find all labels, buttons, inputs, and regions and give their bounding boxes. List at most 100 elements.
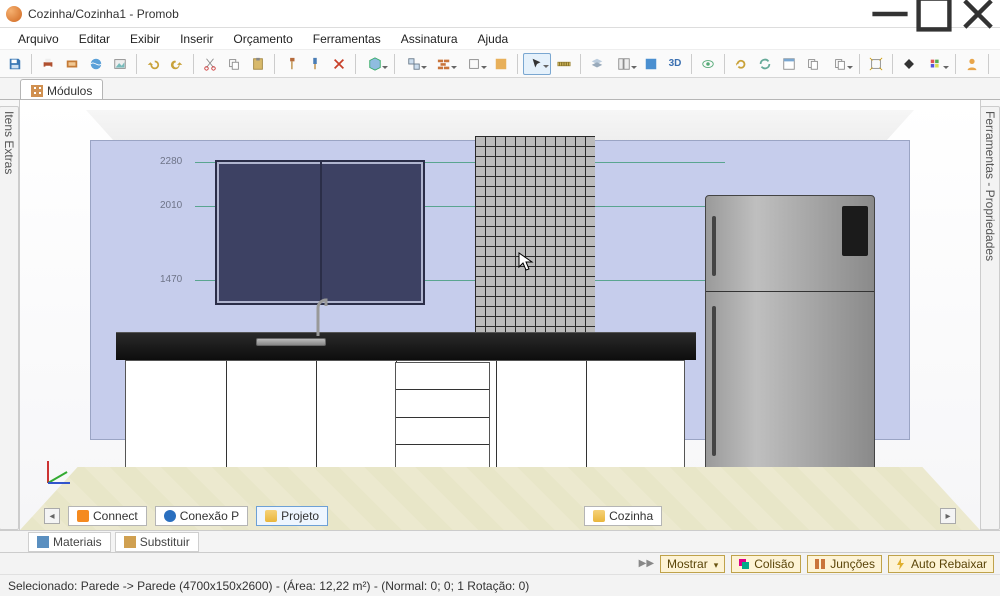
wall-dropdown[interactable] — [430, 53, 458, 75]
duplicate-icon[interactable] — [802, 53, 824, 75]
cursor-icon — [518, 252, 534, 272]
tab-connect[interactable]: Connect — [68, 506, 147, 526]
undo-icon[interactable] — [142, 53, 164, 75]
tab-conexao[interactable]: Conexão P — [155, 506, 248, 526]
save-icon[interactable] — [4, 53, 26, 75]
main-toolbar: 3D — [0, 50, 1000, 78]
side-ferramentas-propriedades[interactable]: Ferramentas - Propriedades — [980, 106, 1000, 530]
axis-gizmo — [48, 454, 78, 484]
menu-editar[interactable]: Editar — [71, 30, 118, 48]
faucet[interactable] — [305, 288, 331, 336]
fridge[interactable] — [705, 195, 875, 485]
refresh-icon[interactable] — [754, 53, 776, 75]
tab-projeto[interactable]: Projeto — [256, 506, 328, 526]
subtab-materiais[interactable]: Materiais — [28, 532, 111, 552]
menu-ajuda[interactable]: Ajuda — [470, 30, 517, 48]
globe-icon — [164, 510, 176, 522]
cut-icon[interactable] — [199, 53, 221, 75]
collision-icon — [738, 558, 750, 570]
export-icon[interactable] — [61, 53, 83, 75]
modules-icon — [31, 85, 43, 97]
bluebox-icon[interactable] — [640, 53, 662, 75]
dim-2280: 2280 — [160, 156, 182, 167]
modules-tab[interactable]: Módulos — [20, 79, 103, 99]
group-dropdown[interactable] — [400, 53, 428, 75]
menu-exibir[interactable]: Exibir — [122, 30, 168, 48]
print-icon[interactable] — [37, 53, 59, 75]
menu-ferramentas[interactable]: Ferramentas — [305, 30, 389, 48]
hammer-icon[interactable] — [280, 53, 302, 75]
copy-icon[interactable] — [223, 53, 245, 75]
menu-inserir[interactable]: Inserir — [172, 30, 221, 48]
maximize-button[interactable] — [912, 0, 956, 28]
dim-2010: 2010 — [160, 200, 182, 211]
minimize-button[interactable] — [868, 0, 912, 28]
props-dropdown[interactable] — [610, 53, 638, 75]
fridge-panel — [842, 206, 868, 256]
close-button[interactable] — [956, 0, 1000, 28]
right-side-panels: Ferramentas - Propriedades — [980, 100, 1000, 530]
redo-icon[interactable] — [166, 53, 188, 75]
app-icon — [6, 6, 22, 22]
selection-status: Selecionado: Parede -> Parede (4700x150x… — [8, 579, 529, 593]
person-icon[interactable] — [961, 53, 983, 75]
status-colisao[interactable]: Colisão — [731, 555, 801, 573]
title-bar: Cozinha/Cozinha1 - Promob — [0, 0, 1000, 28]
bolt-icon — [895, 558, 907, 570]
window-icon[interactable] — [778, 53, 800, 75]
duplicate-dropdown[interactable] — [826, 53, 854, 75]
tab-cozinha[interactable]: Cozinha — [584, 506, 662, 526]
kitchen-window[interactable] — [215, 160, 425, 305]
cube-dropdown[interactable] — [361, 53, 389, 75]
delete-icon[interactable] — [328, 53, 350, 75]
mostrar-glyph: ▶▶ — [639, 558, 654, 569]
fridge-handle-bottom — [712, 306, 716, 456]
status-mostrar[interactable]: Mostrar — [660, 555, 725, 573]
panorama-icon[interactable] — [85, 53, 107, 75]
zoom-fit-icon[interactable] — [865, 53, 887, 75]
3d-viewport[interactable]: 2280 2010 1470 — [20, 100, 980, 530]
layers-icon[interactable] — [586, 53, 608, 75]
sub-tab-strip: Materiais Substituir — [0, 530, 1000, 552]
countertop[interactable] — [116, 332, 696, 360]
menu-bar: Arquivo Editar Exibir Inserir Orçamento … — [0, 28, 1000, 50]
dim-1470: 1470 — [160, 274, 182, 285]
paste-icon[interactable] — [247, 53, 269, 75]
modules-tab-strip: Módulos — [0, 78, 1000, 100]
diamond-icon[interactable] — [898, 53, 920, 75]
brush-icon[interactable] — [304, 53, 326, 75]
select-tool[interactable] — [523, 53, 551, 75]
tile-backsplash[interactable] — [475, 136, 595, 356]
sink[interactable] — [256, 338, 326, 346]
main-area: Itens Extras Inserção Automática Lista d… — [0, 100, 1000, 530]
side-itens-extras[interactable]: Itens Extras — [0, 106, 19, 530]
measure-icon[interactable] — [553, 53, 575, 75]
modules-tab-label: Módulos — [47, 84, 92, 98]
image-icon[interactable] — [109, 53, 131, 75]
rotate-icon[interactable] — [730, 53, 752, 75]
status-auto-rebaixar[interactable]: Auto Rebaixar — [888, 555, 994, 573]
3d-icon[interactable]: 3D — [664, 53, 686, 75]
menu-assinatura[interactable]: Assinatura — [393, 30, 466, 48]
subtab-substituir[interactable]: Substituir — [115, 532, 199, 552]
box-dropdown[interactable] — [460, 53, 488, 75]
drawer-stack[interactable] — [395, 362, 490, 473]
colorbox-icon[interactable] — [490, 53, 512, 75]
menu-orcamento[interactable]: Orçamento — [225, 30, 300, 48]
palette-dropdown[interactable] — [922, 53, 950, 75]
tabs-scroll-left[interactable]: ◂ — [44, 508, 60, 524]
rss-icon — [77, 510, 89, 522]
window-title: Cozinha/Cozinha1 - Promob — [28, 7, 179, 21]
status-bar-info: Selecionado: Parede -> Parede (4700x150x… — [0, 574, 1000, 596]
status-bar-tools: ▶▶ Mostrar Colisão Junções Auto Rebaixar — [0, 552, 1000, 574]
eye-icon[interactable] — [697, 53, 719, 75]
tabs-scroll-right[interactable]: ▸ — [940, 508, 956, 524]
joints-icon — [814, 558, 826, 570]
fridge-split — [706, 291, 874, 292]
folder-icon — [265, 510, 277, 522]
viewport-tabs: ◂ Connect Conexão P Projeto Cozinha ▸ — [44, 505, 956, 527]
status-juncoes[interactable]: Junções — [807, 555, 882, 573]
replace-icon — [124, 536, 136, 548]
menu-arquivo[interactable]: Arquivo — [10, 30, 67, 48]
folder-icon — [593, 510, 605, 522]
